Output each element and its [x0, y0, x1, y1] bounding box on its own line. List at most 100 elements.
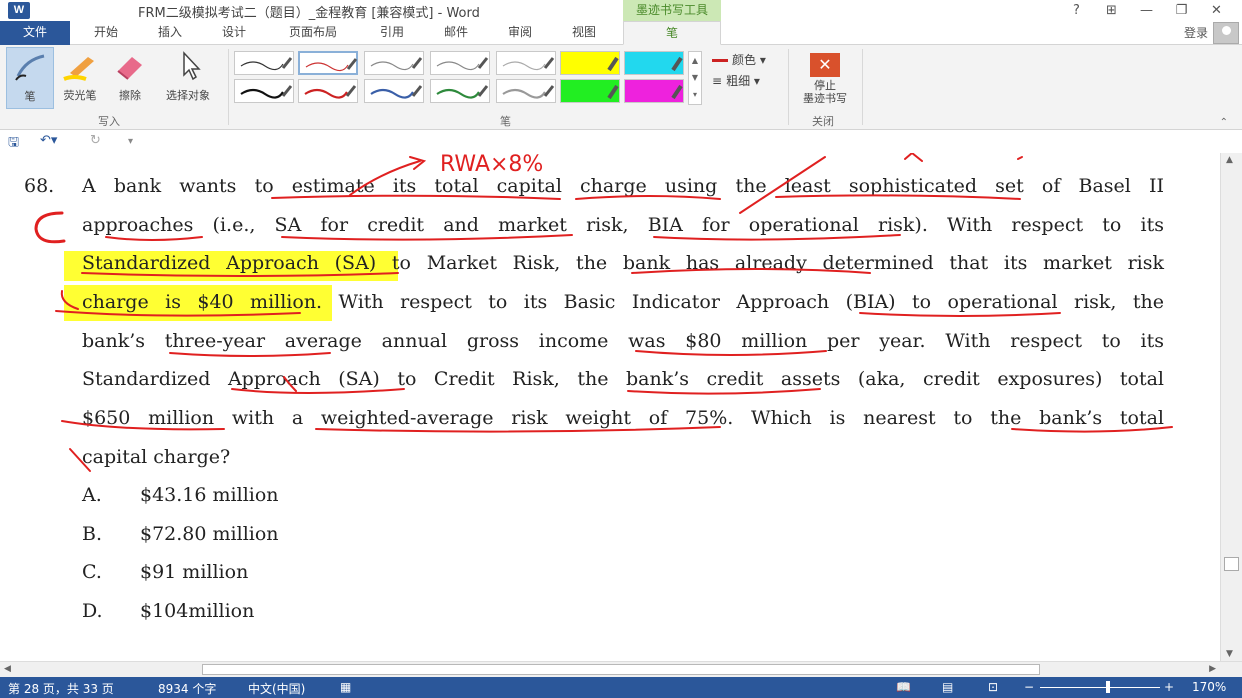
pen-stroke-icon [370, 85, 423, 99]
tab-review[interactable]: 审阅 [492, 21, 548, 45]
question-line: capital charge? [82, 446, 231, 468]
pen-stroke-icon [240, 57, 293, 71]
stop-x-icon: ✕ [810, 53, 840, 77]
word-logo-icon: W [8, 2, 30, 19]
quick-access-toolbar: 🖫 ↶▾ ↻ ▾ [0, 131, 1242, 153]
pen-color-dropdown[interactable]: 颜色 ▾ [712, 51, 766, 68]
pen-stroke-icon [305, 58, 358, 72]
pen-swatch[interactable] [496, 79, 556, 103]
pen-thickness-dropdown[interactable]: ≡ 粗细 ▾ [712, 72, 760, 89]
pen-stroke-icon [502, 57, 555, 71]
scroll-thumb[interactable] [1224, 557, 1239, 571]
hscroll-thumb[interactable] [202, 664, 1040, 675]
restore-icon[interactable]: ❐ [1164, 1, 1199, 20]
pen-swatch[interactable] [298, 79, 358, 103]
print-layout-icon[interactable]: ▤ [942, 680, 953, 694]
read-mode-icon[interactable]: 📖 [896, 680, 911, 694]
thickness-icon: ≡ [712, 74, 723, 88]
ink-note-rwa: RWA×8% [440, 153, 543, 177]
language-indicator[interactable]: 中文(中国) [248, 680, 305, 697]
option-text: $91 million [140, 561, 249, 583]
minimize-icon[interactable]: — [1129, 1, 1164, 20]
select-objects-label: 选择对象 [166, 89, 210, 102]
pen-stroke-icon [304, 85, 357, 99]
pen-swatch[interactable] [364, 79, 424, 103]
customize-qat-icon[interactable]: ▾ [128, 136, 133, 147]
pen-swatch[interactable] [430, 79, 490, 103]
cursor-arrow-icon [183, 51, 201, 81]
scroll-left-icon[interactable]: ◀ [4, 664, 11, 674]
pen-swatch[interactable] [430, 51, 490, 75]
redo-icon[interactable]: ↻ [90, 133, 101, 148]
macro-icon[interactable]: ▦ [340, 680, 351, 694]
pen-color-label: 颜色 [732, 53, 757, 67]
tab-references[interactable]: 引用 [364, 21, 420, 45]
question-line: Standardized Approach (SA) to Credit Ris… [82, 368, 1164, 390]
color-icon [712, 59, 728, 62]
eraser-tool-button[interactable]: 擦除 [106, 47, 154, 109]
option-text: $104million [140, 600, 255, 622]
pen-swatch[interactable] [364, 51, 424, 75]
page-count[interactable]: 第 28 页，共 33 页 [8, 680, 114, 697]
highlighter-label: 荧光笔 [63, 89, 97, 102]
tab-home[interactable]: 开始 [78, 21, 134, 45]
window-controls: ? ⊞ — ❐ ✕ [1059, 1, 1234, 20]
web-layout-icon[interactable]: ⊡ [988, 680, 998, 694]
zoom-slider[interactable] [1040, 687, 1160, 688]
tab-pens[interactable]: 笔 [623, 21, 721, 45]
zoom-slider-thumb[interactable] [1106, 681, 1110, 693]
tab-file[interactable]: 文件 [0, 21, 70, 45]
collapse-ribbon-icon[interactable]: ⌃ [1220, 117, 1228, 128]
zoom-level[interactable]: 170% [1192, 680, 1226, 694]
tab-insert[interactable]: 插入 [142, 21, 198, 45]
stop-inking-label-2: 墨迹书写 [803, 92, 847, 105]
zoom-out-icon[interactable]: − [1024, 680, 1034, 694]
highlighter-stroke-icon [607, 84, 619, 100]
scroll-up-icon[interactable]: ▲ [1226, 155, 1233, 165]
highlighter-swatch[interactable] [560, 51, 620, 75]
scroll-right-icon[interactable]: ▶ [1209, 664, 1216, 674]
vertical-scrollbar[interactable]: ▲ ▼ [1220, 153, 1242, 661]
window-title: FRM二级模拟考试二（题目）_金程教育 [兼容模式] - Word [138, 6, 480, 21]
tab-page-layout[interactable]: 页面布局 [270, 21, 356, 45]
highlighter-tool-button[interactable]: 荧光笔 [56, 47, 104, 109]
ribbon-separator [862, 49, 863, 125]
avatar[interactable] [1213, 22, 1239, 44]
write-group-label: 写入 [98, 115, 120, 128]
pen-swatch[interactable] [234, 51, 294, 75]
pen-swatch[interactable] [234, 79, 294, 103]
tab-design[interactable]: 设计 [206, 21, 262, 45]
ink-mark [904, 153, 923, 162]
pens-group-label: 笔 [500, 115, 511, 128]
ink-mark [1017, 156, 1023, 160]
pen-swatch[interactable] [496, 51, 556, 75]
undo-icon[interactable]: ↶▾ [40, 133, 57, 148]
document-area[interactable]: 68. A bank wants to estimate its total c… [0, 153, 1220, 661]
eraser-label: 擦除 [119, 89, 141, 102]
horizontal-scrollbar[interactable]: ◀ ▶ [0, 661, 1242, 677]
pen-gallery-scroll[interactable]: ▲ ▼ ▾ [688, 51, 702, 105]
highlighter-swatch[interactable] [624, 79, 684, 103]
highlighter-icon [63, 57, 94, 81]
pen-swatch-selected[interactable] [298, 51, 358, 75]
tab-view[interactable]: 视图 [556, 21, 612, 45]
option-letter: A. [82, 484, 102, 506]
help-icon[interactable]: ? [1059, 1, 1094, 20]
scroll-down-icon[interactable]: ▼ [1226, 649, 1233, 659]
select-objects-button[interactable]: 选择对象 [156, 47, 220, 109]
ink-arrowhead [409, 156, 427, 170]
pen-tool-button[interactable]: 笔 [6, 47, 54, 109]
question-line: bank’s three-year average annual gross i… [82, 330, 1164, 352]
highlighter-swatch[interactable] [560, 79, 620, 103]
zoom-in-icon[interactable]: + [1164, 680, 1174, 694]
login-link[interactable]: 登录 [1184, 24, 1208, 41]
save-icon[interactable]: 🖫 [8, 133, 19, 155]
close-icon[interactable]: ✕ [1199, 1, 1234, 20]
ink-answer-c [34, 211, 66, 244]
highlighter-swatch[interactable] [624, 51, 684, 75]
ribbon-separator [788, 49, 789, 125]
ribbon-display-icon[interactable]: ⊞ [1094, 1, 1129, 20]
stop-inking-button[interactable]: ✕ 停止 墨迹书写 [794, 47, 856, 111]
tab-mailings[interactable]: 邮件 [428, 21, 484, 45]
word-count[interactable]: 8934 个字 [158, 680, 216, 697]
